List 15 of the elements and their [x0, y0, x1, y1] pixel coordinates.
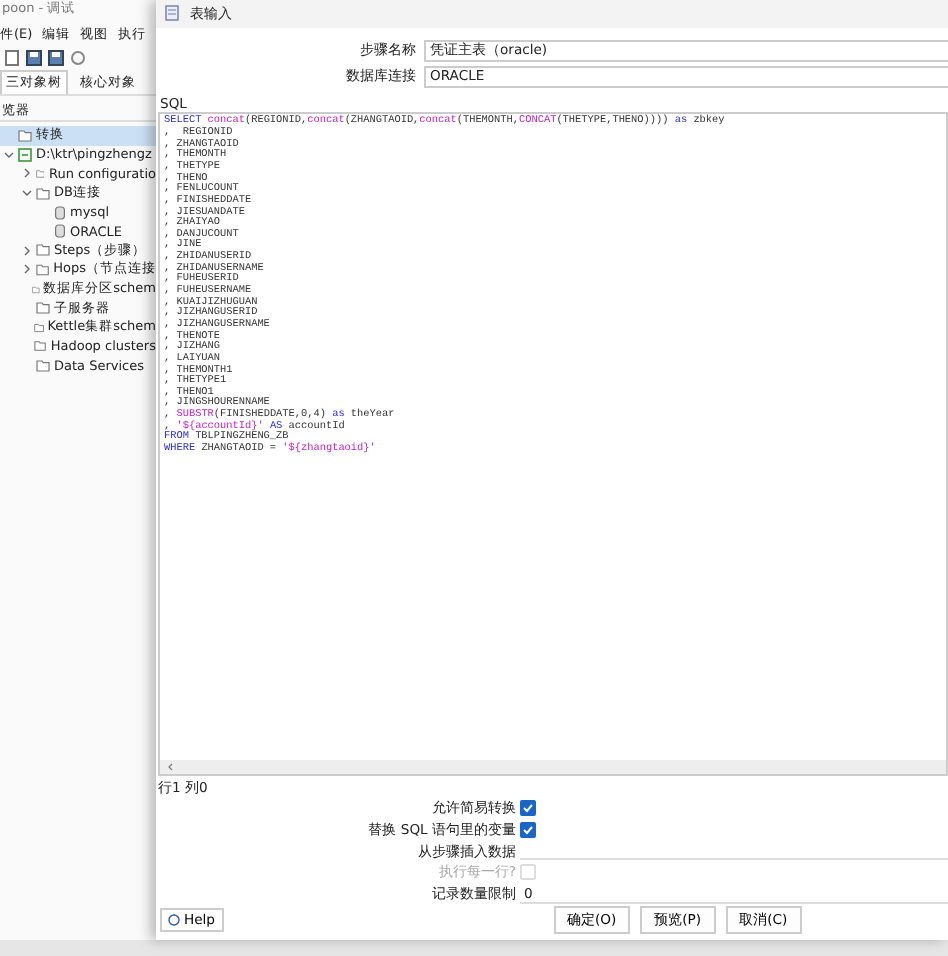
document-icon[interactable] [4, 50, 20, 66]
checkbox[interactable] [520, 822, 536, 838]
chevron-icon[interactable] [22, 188, 32, 199]
help-icon [168, 914, 180, 927]
scroll-left-icon[interactable] [166, 761, 176, 772]
horizontal-scrollbar[interactable] [160, 759, 946, 774]
chevron-icon[interactable] [22, 264, 32, 275]
chevron-icon[interactable] [22, 168, 32, 179]
checkbox[interactable] [520, 800, 536, 817]
save-icon[interactable] [26, 50, 42, 66]
folder-icon [18, 129, 32, 142]
chevron-icon[interactable] [22, 245, 32, 256]
chevron-icon[interactable] [4, 149, 14, 160]
save-icon[interactable] [48, 50, 64, 66]
transform-icon [18, 147, 32, 162]
